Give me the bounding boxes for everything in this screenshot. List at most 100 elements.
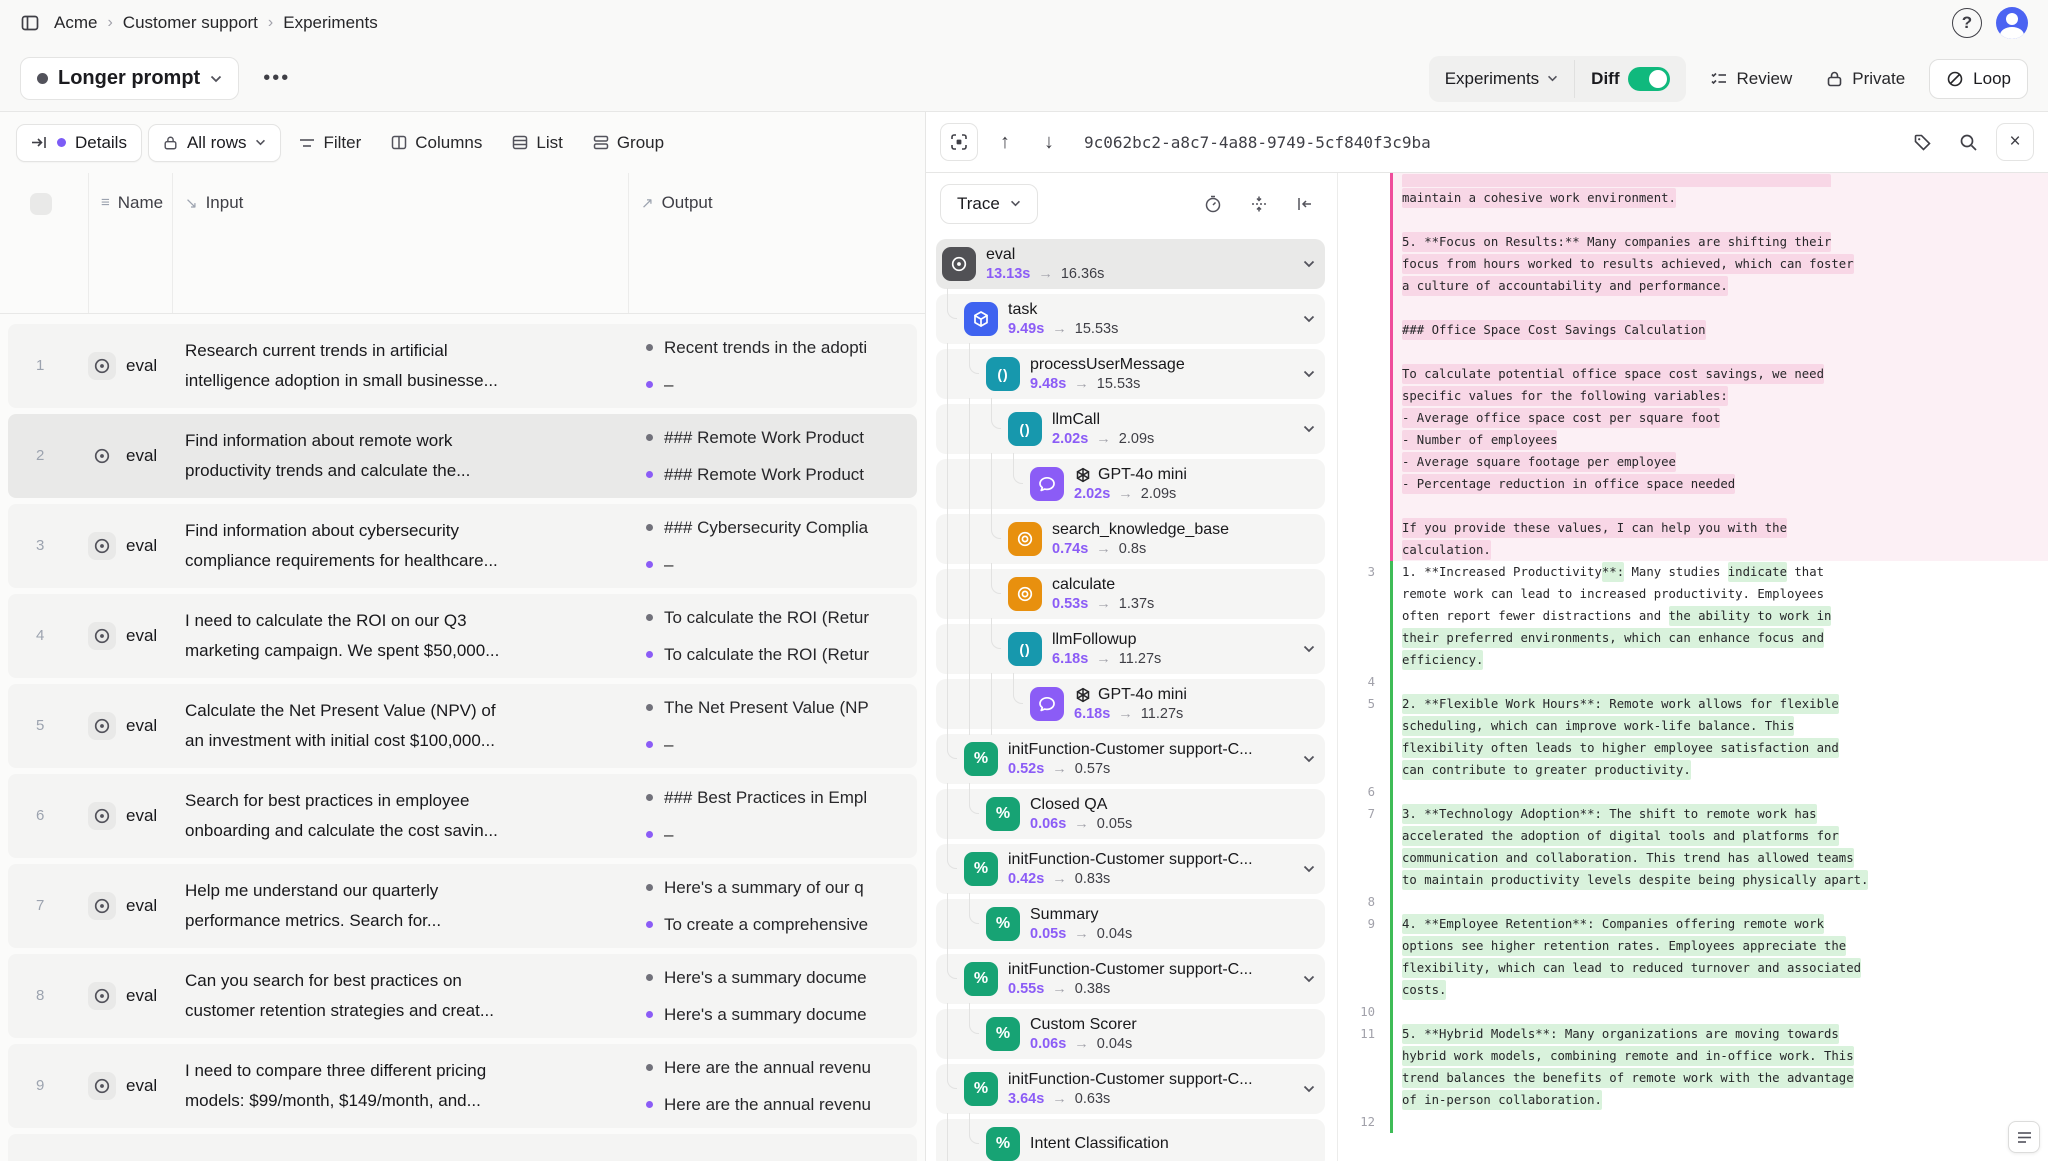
trace-node[interactable]: eval13.13s→16.36s: [936, 239, 1325, 289]
columns-button[interactable]: Columns: [379, 125, 494, 161]
notes-button[interactable]: [2008, 1121, 2040, 1153]
breadcrumb-org[interactable]: Acme: [54, 13, 97, 33]
diff-added-line: 31. **Increased Productivity**: Many stu…: [1338, 561, 2048, 583]
breadcrumb-section[interactable]: Experiments: [283, 13, 377, 33]
trace-node[interactable]: GPT-4o mini2.02s→2.09s: [936, 459, 1325, 509]
trace-node[interactable]: calculate0.53s→1.37s: [936, 569, 1325, 619]
trace-node[interactable]: ()processUserMessage9.48s→15.53s: [936, 349, 1325, 399]
chevron-down-icon[interactable]: [1303, 365, 1315, 383]
table-row[interactable]: 7evalHelp me understand our quarterlyper…: [8, 864, 917, 948]
line-number: [1338, 935, 1390, 957]
loop-button[interactable]: Loop: [1929, 59, 2028, 99]
trace-node[interactable]: %Summary0.05s→0.04s: [936, 899, 1325, 949]
row-output-text: To create a comprehensive: [664, 915, 868, 935]
experiment-picker[interactable]: Longer prompt: [20, 57, 239, 100]
trace-node[interactable]: %initFunction-Customer support-C...0.52s…: [936, 734, 1325, 784]
column-header-output[interactable]: ↗ Output: [628, 173, 925, 313]
tree-guide: [958, 789, 980, 839]
column-header-input[interactable]: ↘ Input: [172, 173, 628, 313]
table-row[interactable]: 4evalI need to calculate the ROI on our …: [8, 594, 917, 678]
table-row[interactable]: 8evalCan you search for best practices o…: [8, 954, 917, 1038]
trace-node[interactable]: task9.49s→15.53s: [936, 294, 1325, 344]
diff-removed-line: [1338, 341, 2048, 363]
line-number: [1338, 495, 1390, 517]
row-name-cell: eval: [88, 982, 172, 1010]
trace-node[interactable]: %initFunction-Customer support-C...0.42s…: [936, 844, 1325, 894]
diff-removed-line: 5. **Focus on Results:** Many companies …: [1338, 231, 2048, 253]
chevron-down-icon[interactable]: [1303, 255, 1315, 273]
diff-toggle[interactable]: [1628, 67, 1670, 91]
trace-node[interactable]: %Custom Scorer0.06s→0.04s: [936, 1009, 1325, 1059]
chevron-down-icon[interactable]: [1303, 1080, 1315, 1098]
filter-button[interactable]: Filter: [287, 125, 373, 161]
chevron-down-icon[interactable]: [1303, 310, 1315, 328]
tag-button[interactable]: [1904, 124, 1940, 160]
previous-row-button[interactable]: ↑: [988, 125, 1022, 159]
diff-added-line: 94. **Employee Retention**: Companies of…: [1338, 913, 2048, 935]
search-button[interactable]: [1950, 124, 1986, 160]
collapse-rows-button[interactable]: [1241, 186, 1277, 222]
chevron-down-icon[interactable]: [1303, 640, 1315, 658]
diff-added-line: 52. **Flexible Work Hours**: Remote work…: [1338, 693, 2048, 715]
trace-node[interactable]: GPT-4o mini6.18s→11.27s: [936, 679, 1325, 729]
trace-node[interactable]: ()llmFollowup6.18s→11.27s: [936, 624, 1325, 674]
line-number: [1338, 1045, 1390, 1067]
table-row[interactable]: 5evalCalculate the Net Present Value (NP…: [8, 684, 917, 768]
expand-trace-button[interactable]: [940, 123, 978, 161]
table-row[interactable]: 6evalSearch for best practices in employ…: [8, 774, 917, 858]
diff-added-text: 2. **Flexible Work Hours**: Remote work …: [1393, 693, 2048, 715]
trace-node[interactable]: %initFunction-Customer support-C...0.55s…: [936, 954, 1325, 1004]
trace-node[interactable]: %Closed QA0.06s→0.05s: [936, 789, 1325, 839]
table-row[interactable]: 10evalResearch industry standards for Sa…: [8, 1134, 917, 1161]
table-row[interactable]: 9evalI need to compare three different p…: [8, 1044, 917, 1128]
private-button[interactable]: Private: [1816, 61, 1915, 97]
close-button[interactable]: ×: [1996, 123, 2034, 161]
columns-icon: [391, 135, 407, 150]
list-button[interactable]: List: [500, 125, 574, 161]
tree-guide: [936, 789, 958, 839]
timing-button[interactable]: [1195, 186, 1231, 222]
next-row-button[interactable]: ↓: [1032, 125, 1066, 159]
details-button[interactable]: Details: [16, 124, 142, 162]
help-button[interactable]: ?: [1952, 8, 1982, 38]
row-number-cell: 6: [8, 807, 88, 825]
tree-guide: [936, 404, 958, 454]
view-mode-dropdown[interactable]: Experiments: [1429, 62, 1574, 96]
trace-node[interactable]: search_knowledge_base0.74s→0.8s: [936, 514, 1325, 564]
group-button[interactable]: Group: [581, 125, 676, 161]
chevron-down-icon[interactable]: [1303, 750, 1315, 768]
table-row[interactable]: 3evalFind information about cybersecurit…: [8, 504, 917, 588]
table-row[interactable]: 2evalFind information about remote workp…: [8, 414, 917, 498]
sidebar-toggle-button[interactable]: [20, 13, 40, 33]
trace-view-dropdown[interactable]: Trace: [940, 184, 1038, 224]
pct-icon: %: [964, 742, 998, 776]
diff-added-line: 12: [1338, 1111, 2048, 1133]
row-output-text: Here's a summary docume: [664, 1005, 867, 1025]
more-menu-button[interactable]: •••: [253, 63, 300, 94]
table-row[interactable]: 1evalResearch current trends in artifici…: [8, 324, 917, 408]
diff-removed-text: - Average office space cost per square f…: [1393, 407, 2048, 429]
trace-node[interactable]: %Intent Classification: [936, 1119, 1325, 1161]
diff-added-line: flexibility, which can lead to reduced t…: [1338, 957, 2048, 979]
chevron-down-icon[interactable]: [1303, 860, 1315, 878]
review-button[interactable]: Review: [1700, 61, 1803, 97]
avatar[interactable]: [1996, 7, 2028, 39]
chevron-down-icon[interactable]: [1303, 420, 1315, 438]
all-rows-dropdown[interactable]: All rows: [148, 124, 282, 162]
select-all-checkbox[interactable]: [30, 193, 52, 215]
diff-added-line: communication and collaboration. This tr…: [1338, 847, 2048, 869]
collapse-panel-button[interactable]: [1287, 186, 1323, 222]
rows-icon: ≡: [101, 194, 110, 211]
chevron-down-icon[interactable]: [1303, 970, 1315, 988]
line-number: 9: [1338, 913, 1390, 935]
column-header-name[interactable]: ≡ Name: [88, 173, 172, 313]
trace-node[interactable]: ()llmCall2.02s→2.09s: [936, 404, 1325, 454]
breadcrumb-project[interactable]: Customer support: [123, 13, 258, 33]
fn-icon: (): [1008, 632, 1042, 666]
diff-added-text: to maintain productivity levels despite …: [1393, 869, 2048, 891]
trace-node-text: initFunction-Customer support-C...0.42s→…: [1008, 850, 1297, 889]
trace-node[interactable]: %initFunction-Customer support-C...3.64s…: [936, 1064, 1325, 1114]
trace-toolbar: Trace: [926, 173, 1337, 234]
row-output: The Net Present Value (NP–: [628, 689, 917, 763]
trace-node-text: calculate0.53s→1.37s: [1052, 575, 1315, 614]
